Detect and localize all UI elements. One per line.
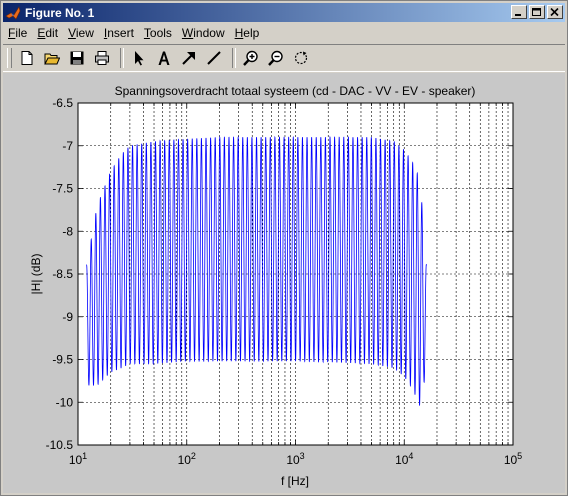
menu-tools-rest: ools bbox=[149, 26, 172, 40]
zoom-in-button[interactable] bbox=[240, 47, 262, 69]
y-tick-label: -10 bbox=[56, 395, 74, 409]
rotate-icon bbox=[294, 51, 308, 65]
menu-help-rest: elp bbox=[243, 26, 260, 40]
x-tick-label-base: 10 bbox=[69, 453, 83, 467]
x-tick-labels: 101 102 103 104 105 bbox=[69, 451, 522, 467]
x-tick-label: 103 bbox=[286, 451, 304, 467]
x-tick-label-exponent: 4 bbox=[408, 451, 413, 461]
menu-view-rest: iew bbox=[75, 26, 94, 40]
zoom-in-icon bbox=[243, 50, 258, 66]
close-button[interactable] bbox=[547, 5, 563, 19]
menu-view-accel: V bbox=[68, 26, 76, 40]
menu-edit[interactable]: Edit bbox=[32, 24, 63, 42]
close-icon bbox=[550, 7, 559, 16]
menu-window-rest: indow bbox=[193, 26, 225, 40]
menu-bar: File Edit View Insert Tools Window Help bbox=[3, 23, 565, 43]
window-title: Figure No. 1 bbox=[25, 5, 95, 20]
y-tick-label: -8.5 bbox=[52, 267, 73, 281]
edit-plot-button[interactable] bbox=[128, 47, 150, 69]
title-bar[interactable]: Figure No. 1 bbox=[3, 3, 565, 22]
new-file-icon bbox=[21, 51, 33, 65]
toolbar-grip[interactable] bbox=[7, 48, 12, 68]
menu-help[interactable]: Help bbox=[230, 24, 265, 42]
figure-toolbar bbox=[3, 44, 565, 72]
open-folder-icon bbox=[44, 53, 60, 65]
x-tick-label-base: 10 bbox=[178, 453, 192, 467]
menu-tools[interactable]: Tools bbox=[139, 24, 177, 42]
y-tick-label: -7 bbox=[62, 139, 73, 153]
menu-insert-rest: nsert bbox=[107, 26, 134, 40]
select-arrow-icon bbox=[135, 51, 144, 66]
maximize-icon bbox=[532, 7, 541, 16]
x-tick-label-base: 10 bbox=[395, 453, 409, 467]
toolbar-separator bbox=[120, 48, 124, 68]
x-tick-label-base: 10 bbox=[504, 453, 518, 467]
figure-window: Figure No. 1 File Edit View Insert Tools… bbox=[0, 0, 568, 496]
toolbar-separator bbox=[232, 48, 236, 68]
insert-line-button[interactable] bbox=[203, 47, 225, 69]
menu-window[interactable]: Window bbox=[177, 24, 230, 42]
rotate-3d-button[interactable] bbox=[290, 47, 312, 69]
open-file-button[interactable] bbox=[41, 47, 63, 69]
insert-arrow-button[interactable] bbox=[178, 47, 200, 69]
maximize-button[interactable] bbox=[529, 5, 545, 19]
y-axis-label: |H| (dB) bbox=[29, 254, 43, 295]
x-tick-label-exponent: 2 bbox=[191, 451, 196, 461]
menu-help-accel: H bbox=[234, 26, 244, 40]
matlab-logo-icon bbox=[5, 5, 21, 20]
y-tick-label: -7.5 bbox=[52, 182, 73, 196]
menu-file[interactable]: File bbox=[3, 24, 32, 42]
x-tick-label-base: 10 bbox=[286, 453, 300, 467]
x-tick-label-exponent: 5 bbox=[517, 451, 522, 461]
menu-view[interactable]: View bbox=[63, 24, 99, 42]
x-tick-label: 102 bbox=[178, 451, 196, 467]
chart-title: Spanningsoverdracht totaal systeem (cd -… bbox=[115, 84, 476, 98]
new-figure-button[interactable] bbox=[16, 47, 38, 69]
chart[interactable]: -6.5-7-7.5-8-8.5-9-9.5-10-10.5 101 102 103… bbox=[3, 73, 565, 493]
save-icon bbox=[70, 51, 84, 65]
x-tick-label: 105 bbox=[504, 451, 522, 467]
y-tick-labels: -6.5 -7 -7.5 -8 -8.5 -9 -9.5 -10 -10.5 bbox=[46, 96, 74, 452]
menu-edit-rest: dit bbox=[45, 26, 59, 40]
y-tick-label: -9 bbox=[62, 310, 73, 324]
minimize-icon bbox=[515, 13, 521, 16]
line-insert-icon bbox=[207, 51, 221, 65]
print-button[interactable] bbox=[91, 47, 113, 69]
figure-canvas[interactable]: -6.5 -7 -7.5 -8 -8.5 -9 -9.5 -10 -10.5 101 102 103… bbox=[3, 73, 565, 493]
minimize-button[interactable] bbox=[511, 5, 527, 19]
menu-insert[interactable]: Insert bbox=[99, 24, 139, 42]
x-tick-label: 104 bbox=[395, 451, 413, 467]
save-button[interactable] bbox=[66, 47, 88, 69]
x-tick-label-exponent: 3 bbox=[300, 451, 305, 461]
y-tick-label: -8 bbox=[62, 224, 73, 238]
y-tick-label: -9.5 bbox=[52, 353, 73, 367]
x-tick-label-exponent: 1 bbox=[82, 451, 87, 461]
arrow-insert-icon bbox=[182, 52, 195, 65]
text-insert-icon bbox=[158, 51, 170, 65]
y-tick-label: -10.5 bbox=[46, 438, 74, 452]
menu-window-accel: W bbox=[181, 26, 194, 40]
menu-file-rest: ile bbox=[15, 26, 28, 40]
zoom-out-button[interactable] bbox=[265, 47, 287, 69]
zoom-out-icon bbox=[268, 50, 283, 66]
print-icon bbox=[95, 51, 109, 65]
x-tick-label: 101 bbox=[69, 451, 87, 467]
x-axis-label: f [Hz] bbox=[281, 474, 309, 488]
insert-text-button[interactable] bbox=[153, 47, 175, 69]
y-tick-label: -6.5 bbox=[52, 96, 73, 110]
